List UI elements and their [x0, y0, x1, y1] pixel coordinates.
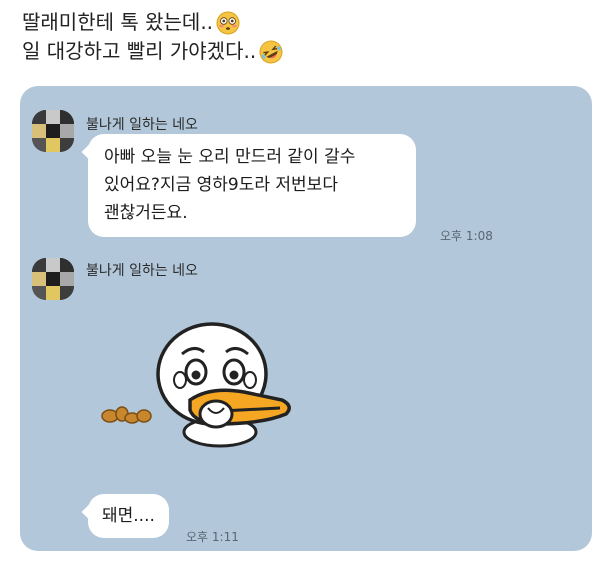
message-text: 아빠 오늘 눈 오리 만드러 같이 갈수 있어요?지금 영하9도라 저번보다 괜…: [104, 147, 356, 223]
duck-sticker-icon[interactable]: [98, 322, 298, 450]
message-time: 오후 1:08: [440, 229, 493, 243]
bubble-tail: [81, 503, 99, 521]
message-text: 돼면....: [102, 506, 155, 526]
avatar[interactable]: [32, 258, 74, 300]
sender-name: 불나게 일하는 네오: [86, 117, 198, 133]
post-caption: 딸래미한테 톡 왔는데.. 일 대강하고 빨리 가야겠다..: [22, 8, 283, 66]
chat-window: 불나게 일하는 네오 아빠 오늘 눈 오리 만드러 같이 갈수 있어요?지금 영…: [20, 86, 592, 551]
bubble-tail: [81, 143, 99, 161]
avatar[interactable]: [32, 110, 74, 152]
caption-text-1: 딸래미한테 톡 왔는데..: [22, 10, 214, 34]
caption-line-2: 일 대강하고 빨리 가야겠다..: [22, 37, 283, 66]
crumbs: [101, 406, 152, 424]
message-bubble[interactable]: 돼면....: [81, 494, 169, 538]
flushed-face-emoji-icon: [216, 11, 240, 34]
caption-text-2: 일 대강하고 빨리 가야겠다..: [22, 39, 257, 63]
rolling-laughing-emoji-icon: [259, 40, 283, 63]
sender-name: 불나게 일하는 네오: [86, 263, 198, 279]
message-time: 오후 1:11: [186, 530, 239, 544]
message-bubble[interactable]: 아빠 오늘 눈 오리 만드러 같이 갈수 있어요?지금 영하9도라 저번보다 괜…: [81, 134, 416, 237]
caption-line-1: 딸래미한테 톡 왔는데..: [22, 8, 283, 37]
